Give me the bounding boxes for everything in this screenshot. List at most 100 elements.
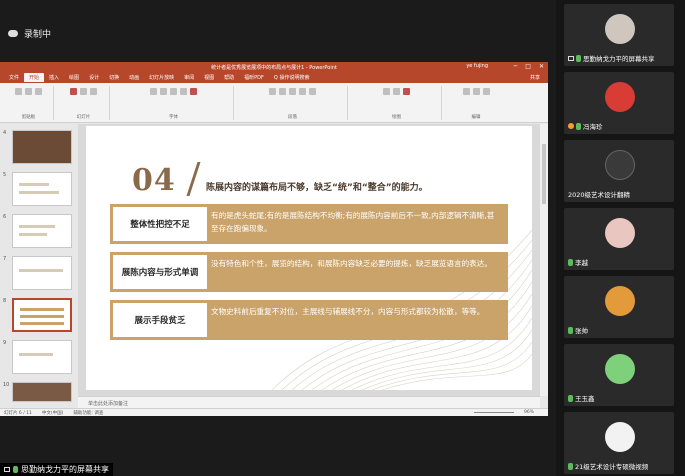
tab-home[interactable]: 开始 <box>24 73 45 82</box>
slide-editor[interactable]: 04 陈展内容的谋篇布局不够，缺乏“统”和“整合”的能力。 整体性把控不足 有的… <box>78 124 540 396</box>
tab-help[interactable]: 帮助 <box>219 73 239 82</box>
issue-row: 整体性把控不足 有的是虎头蛇尾;有的是展陈结构不均衡;有的展陈内容前后不一致,内… <box>110 204 508 244</box>
italic-icon[interactable] <box>160 88 167 95</box>
find-icon[interactable] <box>462 88 470 95</box>
notes-pane[interactable]: 单击此处添加备注 <box>78 396 540 408</box>
replace-icon[interactable] <box>472 88 480 95</box>
participant-avatar <box>605 422 635 452</box>
shape-fill-icon[interactable] <box>403 88 410 95</box>
ribbon-group-label: 编辑 <box>471 115 481 120</box>
tab-draw[interactable]: 绘图 <box>64 73 84 82</box>
current-slide[interactable]: 04 陈展内容的谋篇布局不够，缺乏“统”和“整合”的能力。 整体性把控不足 有的… <box>86 126 532 390</box>
screen-share-icon <box>4 467 10 472</box>
thumbnail-number: 7 <box>3 256 7 262</box>
issue-row: 展陈内容与形式单调 没有特色和个性，展览的结构，和展陈内容缺乏必要的提炼，缺乏展… <box>110 252 508 292</box>
scrollbar-thumb[interactable] <box>542 144 546 204</box>
share-button[interactable]: 共享 <box>530 74 540 81</box>
ribbon-tabs: 文件 开始 插入 绘图 设计 切换 动画 幻灯片放映 审阅 视图 帮助 福昕PD… <box>0 72 548 83</box>
slide-thumbnail-9[interactable] <box>12 340 72 374</box>
layout-icon[interactable] <box>80 88 87 95</box>
slide-thumbnail-4[interactable] <box>12 130 72 164</box>
numbering-icon[interactable] <box>279 88 286 95</box>
participant-card[interactable]: 2020级艺术设计翻精 <box>564 140 674 202</box>
participant-card[interactable]: 21级艺术设计专硕微视频 <box>564 412 674 474</box>
recording-indicator[interactable]: 录制中 <box>8 24 51 42</box>
align-right-icon[interactable] <box>309 88 316 95</box>
maximize-icon[interactable]: □ <box>525 63 531 70</box>
participant-card[interactable]: 王玉鑫 <box>564 344 674 406</box>
tell-me-search[interactable]: Q 操作说明搜索 <box>269 73 315 82</box>
new-slide-icon[interactable] <box>70 88 77 95</box>
arrange-icon[interactable] <box>393 88 400 95</box>
copy-icon[interactable] <box>35 88 42 95</box>
slide-thumbnail-8-selected[interactable] <box>12 298 72 332</box>
tab-file[interactable]: 文件 <box>4 73 24 82</box>
person-icon <box>568 123 574 129</box>
participant-card[interactable]: 李越 <box>564 208 674 270</box>
align-left-icon[interactable] <box>289 88 296 95</box>
language-indicator[interactable]: 中文(中国) <box>42 410 64 416</box>
zoom-level[interactable]: 96% <box>524 410 534 415</box>
thumbnail-line <box>20 308 64 311</box>
minimize-icon[interactable]: ─ <box>514 63 518 70</box>
slide-thumbnail-6[interactable] <box>12 214 72 248</box>
participant-name: 王玉鑫 <box>575 395 595 403</box>
slide-headline: 陈展内容的谋篇布局不够，缺乏“统”和“整合”的能力。 <box>206 183 428 193</box>
section-slash <box>186 162 201 196</box>
slide-thumbnail-7[interactable] <box>12 256 72 290</box>
meeting-window: 录制中 统计者是优秀展览展项中的布局点与展计1 - PowerPoint ye … <box>0 0 685 476</box>
issue-label: 展示手段贫乏 <box>113 303 207 337</box>
participant-card[interactable]: 思勤纳戈力平的屏幕共享 <box>564 4 674 66</box>
mic-icon <box>568 394 573 402</box>
select-icon[interactable] <box>482 88 490 95</box>
tab-design[interactable]: 设计 <box>84 73 104 82</box>
vertical-scrollbar[interactable] <box>540 124 548 396</box>
thumbnail-line <box>19 353 53 356</box>
participant-card[interactable]: 张帅 <box>564 276 674 338</box>
tab-animations[interactable]: 动画 <box>124 73 144 82</box>
font-color-icon[interactable] <box>190 88 197 95</box>
slide-thumbnail-10[interactable] <box>12 382 72 402</box>
cloud-icon <box>8 29 18 37</box>
participant-name: 张帅 <box>575 327 588 335</box>
tab-review[interactable]: 审阅 <box>179 73 199 82</box>
tab-transitions[interactable]: 切换 <box>104 73 124 82</box>
mic-icon <box>568 258 573 266</box>
bold-icon[interactable] <box>150 88 157 95</box>
ribbon-group-editing: 编辑 <box>446 86 506 120</box>
shapes-icon[interactable] <box>383 88 390 95</box>
zoom-slider[interactable] <box>473 412 514 413</box>
thumbnail-number: 5 <box>3 172 7 178</box>
ppt-user[interactable]: ye fujing <box>466 63 488 69</box>
tab-insert[interactable]: 插入 <box>44 73 64 82</box>
tab-foxit-pdf[interactable]: 福昕PDF <box>239 73 269 82</box>
issue-text: 文物史料前后重复不对位，主展线与辅展线不分，内容与形式都较为松散，等等。 <box>211 307 485 316</box>
thumbnail-number: 8 <box>3 298 7 304</box>
align-center-icon[interactable] <box>299 88 306 95</box>
issue-row: 展示手段贫乏 文物史料前后重复不对位，主展线与辅展线不分，内容与形式都较为松散，… <box>110 300 508 340</box>
bullets-icon[interactable] <box>269 88 276 95</box>
participant-name: 21级艺术设计专硕微视频 <box>575 463 649 471</box>
close-icon[interactable]: ✕ <box>539 63 544 70</box>
paste-icon[interactable] <box>15 88 22 95</box>
participant-name: 李越 <box>575 259 588 267</box>
thumbnail-image <box>13 131 71 163</box>
status-bar: 幻灯片 6 / 11 中文(中国) 辅助功能: 调查 96% <box>0 408 548 416</box>
section-number: 04 <box>132 163 176 198</box>
mic-icon <box>576 122 581 130</box>
tab-slideshow[interactable]: 幻灯片放映 <box>144 73 179 82</box>
recording-label: 录制中 <box>24 29 52 40</box>
participant-name-row: 21级艺术设计专硕微视频 <box>568 461 648 471</box>
tab-view[interactable]: 视图 <box>199 73 219 82</box>
section-icon[interactable] <box>90 88 97 95</box>
participant-name-row: 张帅 <box>568 325 588 335</box>
cut-icon[interactable] <box>25 88 32 95</box>
issue-label: 展陈内容与形式单调 <box>113 255 207 289</box>
strikethrough-icon[interactable] <box>180 88 187 95</box>
slide-thumbnail-5[interactable] <box>12 172 72 206</box>
thumbnail-line <box>19 233 47 236</box>
underline-icon[interactable] <box>170 88 177 95</box>
mic-icon <box>576 54 581 62</box>
accessibility-status[interactable]: 辅助功能: 调查 <box>73 410 103 416</box>
participant-card[interactable]: 冯海珍 <box>564 72 674 134</box>
